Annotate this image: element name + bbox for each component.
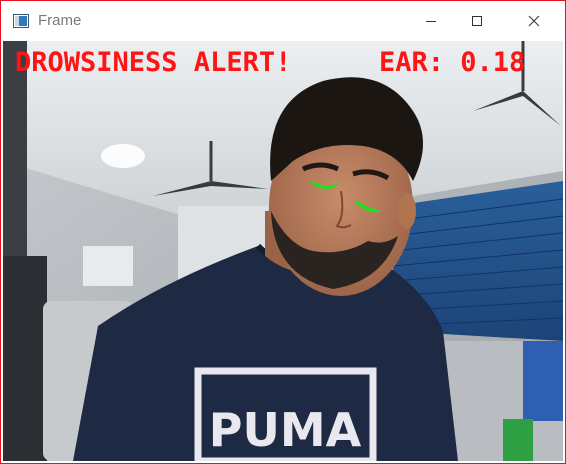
title-bar[interactable]: Frame — [1, 1, 565, 41]
frame-window-icon[interactable] — [13, 13, 29, 29]
minimize-button[interactable] — [408, 1, 454, 41]
ear-readout: EAR: 0.18 — [379, 49, 525, 76]
shirt-logo: PUMA — [209, 403, 362, 457]
webcam-image: PUMA — [3, 41, 563, 461]
ear-value: 0.18 — [460, 47, 526, 78]
opencv-window: Frame PUMA DROWSINESS ALERT! EAR: 0.18 — [0, 0, 566, 464]
minimize-icon — [426, 21, 436, 22]
drowsiness-alert-text: DROWSINESS ALERT! — [15, 47, 292, 78]
maximize-icon — [472, 16, 482, 26]
window-title: Frame — [38, 12, 82, 29]
ear-label: EAR: — [379, 47, 461, 78]
close-icon — [528, 15, 540, 27]
maximize-button[interactable] — [454, 1, 500, 41]
video-frame: PUMA DROWSINESS ALERT! EAR: 0.18 — [3, 41, 563, 461]
close-button[interactable] — [511, 1, 557, 41]
